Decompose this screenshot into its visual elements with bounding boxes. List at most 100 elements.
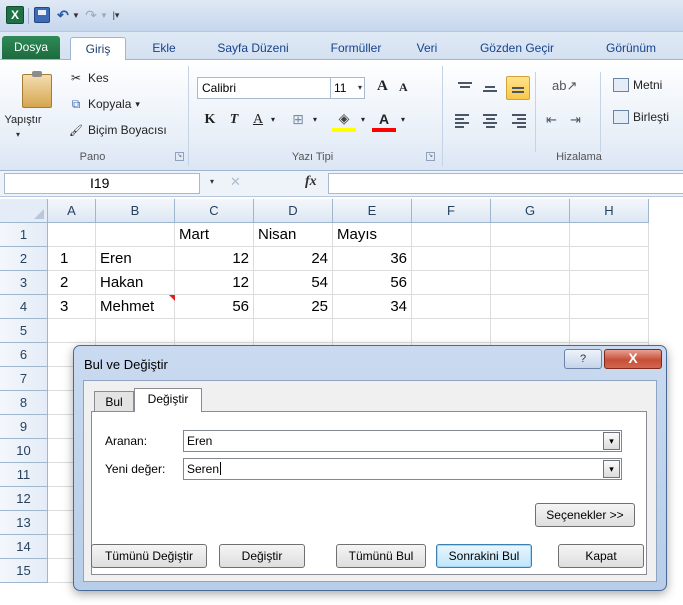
clipboard-launcher-icon[interactable]: ↘	[175, 152, 184, 161]
paste-icon[interactable]	[22, 71, 52, 108]
orientation-icon[interactable]: ab↗	[552, 78, 577, 94]
options-button[interactable]: Seçenekler >>	[535, 503, 635, 527]
font-name-combo[interactable]: Calibri ▾	[197, 77, 347, 99]
cell-c4[interactable]: 56	[175, 295, 254, 319]
cell-e4[interactable]: 34	[333, 295, 412, 319]
replace-all-button[interactable]: Tümünü Değiştir	[91, 544, 207, 568]
cell-e3[interactable]: 56	[333, 271, 412, 295]
shrink-font-button[interactable]: A	[399, 80, 408, 95]
cell-b1[interactable]	[96, 223, 175, 247]
find-dropdown-icon[interactable]: ▾	[603, 432, 620, 450]
cell-a3[interactable]: 2	[48, 271, 96, 295]
underline-dropdown-icon[interactable]: ▾	[268, 110, 278, 130]
fill-color-icon[interactable]: ◈	[332, 110, 356, 132]
align-top-icon[interactable]	[455, 78, 475, 96]
cell-b4[interactable]: Mehmet	[96, 295, 175, 319]
cell-f3[interactable]	[412, 271, 491, 295]
row-header-11[interactable]: 11	[0, 463, 48, 487]
find-all-button[interactable]: Tümünü Bul	[336, 544, 426, 568]
tab-gorunum[interactable]: Görünüm	[588, 37, 674, 60]
row-header-7[interactable]: 7	[0, 367, 48, 391]
cell-g4[interactable]	[491, 295, 570, 319]
tab-find[interactable]: Bul	[94, 391, 134, 411]
cell-e2[interactable]: 36	[333, 247, 412, 271]
cell-d1[interactable]: Nisan	[254, 223, 333, 247]
merge-center-button[interactable]: Birleşti	[613, 110, 669, 124]
cell-a1[interactable]	[48, 223, 96, 247]
find-what-combo[interactable]: Eren ▾	[183, 430, 622, 452]
undo-dropdown-icon[interactable]: ▼	[72, 5, 80, 25]
cell-f4[interactable]	[412, 295, 491, 319]
cell-g5[interactable]	[491, 319, 570, 343]
cell-b5[interactable]	[96, 319, 175, 343]
row-header-1[interactable]: 1	[0, 223, 48, 247]
cell-c3[interactable]: 12	[175, 271, 254, 295]
column-header-b[interactable]: B	[96, 199, 175, 223]
column-header-a[interactable]: A	[48, 199, 96, 223]
copy-button[interactable]: ⧉ Kopyala ▾	[68, 94, 140, 114]
row-header-5[interactable]: 5	[0, 319, 48, 343]
align-left-icon[interactable]	[455, 112, 475, 130]
cell-h5[interactable]	[570, 319, 649, 343]
increase-indent-icon[interactable]: ⇥	[570, 112, 581, 128]
cut-button[interactable]: ✂ Kes	[68, 68, 109, 88]
row-header-6[interactable]: 6	[0, 343, 48, 367]
underline-button[interactable]: A	[250, 110, 266, 130]
cell-d2[interactable]: 24	[254, 247, 333, 271]
row-header-13[interactable]: 13	[0, 511, 48, 535]
border-icon[interactable]: ⊞	[286, 110, 310, 130]
copy-dropdown-icon[interactable]: ▾	[135, 99, 140, 110]
cancel-icon[interactable]: ✕	[230, 174, 241, 190]
redo-dropdown-icon[interactable]: ▼	[100, 5, 108, 25]
cell-e1[interactable]: Mayıs	[333, 223, 412, 247]
cell-c5[interactable]	[175, 319, 254, 343]
bold-button[interactable]: K	[202, 110, 218, 130]
fill-color-dropdown-icon[interactable]: ▾	[358, 110, 368, 130]
cell-d4[interactable]: 25	[254, 295, 333, 319]
redo-icon[interactable]: ↷	[82, 5, 100, 25]
close-button[interactable]: Kapat	[558, 544, 644, 568]
cell-d5[interactable]	[254, 319, 333, 343]
format-painter-button[interactable]: 🖌 Biçim Boyacısı	[68, 120, 167, 140]
row-header-2[interactable]: 2	[0, 247, 48, 271]
customize-quick-access-icon[interactable]: |▾	[110, 5, 122, 25]
cell-g2[interactable]	[491, 247, 570, 271]
align-right-icon[interactable]	[506, 112, 526, 130]
cell-b2[interactable]: Eren	[96, 247, 175, 271]
cell-a5[interactable]	[48, 319, 96, 343]
cell-h2[interactable]	[570, 247, 649, 271]
column-header-e[interactable]: E	[333, 199, 412, 223]
replace-with-combo[interactable]: Seren ▾	[183, 458, 622, 480]
font-color-button[interactable]: A	[372, 110, 396, 132]
column-header-g[interactable]: G	[491, 199, 570, 223]
paste-button-label[interactable]: Yapıştır	[1, 114, 45, 126]
align-bottom-icon[interactable]	[506, 76, 530, 100]
cell-f1[interactable]	[412, 223, 491, 247]
row-header-15[interactable]: 15	[0, 559, 48, 583]
font-color-dropdown-icon[interactable]: ▾	[398, 110, 408, 130]
cell-h1[interactable]	[570, 223, 649, 247]
cell-h3[interactable]	[570, 271, 649, 295]
save-icon[interactable]	[34, 7, 50, 23]
tab-replace[interactable]: Değiştir	[134, 388, 202, 412]
cell-c1[interactable]: Mart	[175, 223, 254, 247]
tab-ekle[interactable]: Ekle	[136, 37, 192, 60]
font-size-dropdown-icon[interactable]: ▾	[358, 78, 362, 98]
decrease-indent-icon[interactable]: ⇤	[546, 112, 557, 128]
cell-e5[interactable]	[333, 319, 412, 343]
tab-giris[interactable]: Giriş	[70, 37, 126, 61]
column-header-f[interactable]: F	[412, 199, 491, 223]
replace-button[interactable]: Değiştir	[219, 544, 305, 568]
border-dropdown-icon[interactable]: ▾	[310, 110, 320, 130]
cell-a4[interactable]: 3	[48, 295, 96, 319]
help-icon[interactable]: ?	[564, 349, 602, 369]
italic-button[interactable]: T	[226, 110, 242, 130]
name-box[interactable]: I19	[4, 173, 200, 194]
name-box-dropdown-icon[interactable]: ▾	[210, 177, 214, 186]
row-header-14[interactable]: 14	[0, 535, 48, 559]
tab-veri[interactable]: Veri	[405, 37, 449, 60]
column-header-c[interactable]: C	[175, 199, 254, 223]
find-next-button[interactable]: Sonrakini Bul	[436, 544, 532, 568]
formula-input[interactable]	[328, 173, 683, 194]
grow-font-button[interactable]: A	[377, 78, 388, 95]
